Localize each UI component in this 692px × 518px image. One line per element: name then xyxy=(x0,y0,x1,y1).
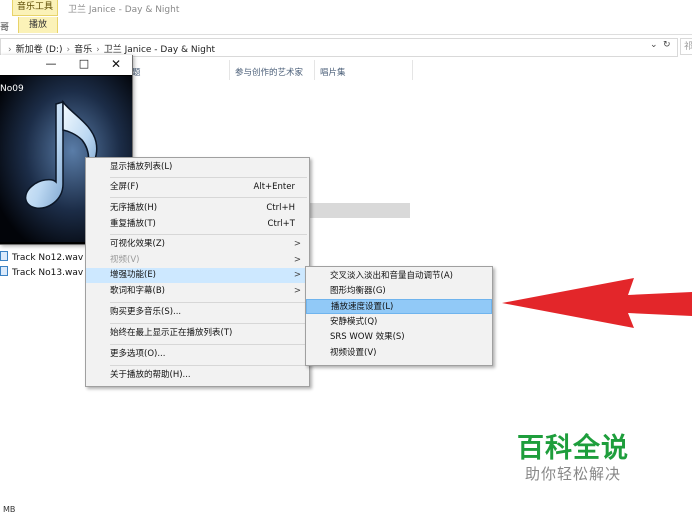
menu-separator xyxy=(110,344,307,345)
menu-item-label: 视频(V) xyxy=(110,255,140,265)
menu-item-shuffle[interactable]: 无序播放(H) Ctrl+H xyxy=(86,201,309,216)
menu-item-label: 重复播放(T) xyxy=(110,219,156,229)
audio-file-icon xyxy=(0,266,8,276)
red-arrow-icon xyxy=(502,278,692,328)
menu-item-show-playlist[interactable]: 显示播放列表(L) xyxy=(86,160,309,175)
menu-item-help[interactable]: 关于播放的帮助(H)... xyxy=(86,368,309,383)
chevron-right-icon: > xyxy=(293,270,301,280)
tab-music-tools[interactable]: 音乐工具 xyxy=(12,0,58,16)
menu-item-label: 关于播放的帮助(H)... xyxy=(110,370,191,380)
menu-item-buy-music[interactable]: 购买更多音乐(S)... xyxy=(86,305,309,320)
column-header-album[interactable]: 唱片集 xyxy=(320,66,346,78)
submenu-item-crossfade[interactable]: 交叉淡入淡出和音量自动调节(A) xyxy=(306,269,492,284)
breadcrumb-drive[interactable]: 新加卷 (D:) xyxy=(16,45,63,55)
breadcrumb: › 新加卷 (D:) › 音乐 › 卫兰 Janice - Day & Night xyxy=(4,42,215,55)
submenu-item-video-settings[interactable]: 视频设置(V) xyxy=(306,346,492,361)
now-playing-label: No09 xyxy=(0,84,24,94)
window-title: 卫兰 Janice - Day & Night xyxy=(68,5,180,15)
menu-item-lyrics-subtitles[interactable]: 歌词和字幕(B) > xyxy=(86,284,309,299)
chevron-down-icon[interactable]: ⌄ xyxy=(650,40,658,50)
chevron-right-icon: › xyxy=(66,45,71,55)
column-divider[interactable] xyxy=(229,60,230,80)
chevron-right-icon: > xyxy=(293,286,301,296)
enhancements-submenu: 交叉淡入淡出和音量自动调节(A) 图形均衡器(G) 播放速度设置(L) 安静模式… xyxy=(305,266,493,366)
submenu-item-srs-wow[interactable]: SRS WOW 效果(S) xyxy=(306,330,492,345)
tab-play[interactable]: 播放 xyxy=(18,17,58,33)
list-item[interactable]: Track No12.wav xyxy=(0,251,83,263)
list-item[interactable]: Track No13.wav xyxy=(0,266,83,278)
menu-item-repeat[interactable]: 重复播放(T) Ctrl+T xyxy=(86,217,309,232)
breadcrumb-music[interactable]: 音乐 xyxy=(74,45,92,55)
file-name: Track No13.wav xyxy=(12,268,84,278)
menu-item-video: 视频(V) > xyxy=(86,253,309,268)
menu-item-more-options[interactable]: 更多选项(O)... xyxy=(86,347,309,362)
file-name: Track No12.wav xyxy=(12,253,84,263)
menu-item-label: 图形均衡器(G) xyxy=(330,286,386,296)
menu-item-label: 无序播放(H) xyxy=(110,203,158,213)
close-button[interactable]: ✕ xyxy=(108,56,124,72)
chevron-right-icon: > xyxy=(293,255,301,265)
menu-item-shortcut: Ctrl+H xyxy=(266,203,295,213)
search-input[interactable]: 祁 xyxy=(680,38,692,55)
menu-item-label: 始终在最上显示正在播放列表(T) xyxy=(110,328,233,338)
menu-item-enhancements[interactable]: 增强功能(E) > xyxy=(86,268,309,283)
ribbon-tab-bar xyxy=(0,17,692,35)
status-bar-size: MB xyxy=(3,505,16,514)
context-menu: 显示播放列表(L) 全屏(F) Alt+Enter 无序播放(H) Ctrl+H 重… xyxy=(85,157,310,387)
audio-file-icon xyxy=(0,251,8,261)
menu-item-label: 更多选项(O)... xyxy=(110,349,166,359)
chevron-right-icon: › xyxy=(8,45,12,55)
tab-partial[interactable]: 哥 xyxy=(0,20,9,33)
menu-item-fullscreen[interactable]: 全屏(F) Alt+Enter xyxy=(86,180,309,195)
menu-separator xyxy=(110,365,307,366)
menu-item-label: 全屏(F) xyxy=(110,182,139,192)
menu-item-always-on-top[interactable]: 始终在最上显示正在播放列表(T) xyxy=(86,326,309,341)
column-divider[interactable] xyxy=(412,60,413,80)
menu-item-label: 歌词和字幕(B) xyxy=(110,286,165,296)
submenu-item-play-speed[interactable]: 播放速度设置(L) xyxy=(306,299,492,314)
watermark-subtitle: 助你轻松解决 xyxy=(525,465,622,483)
menu-item-label: SRS WOW 效果(S) xyxy=(330,332,405,342)
menu-separator xyxy=(110,302,307,303)
menu-separator xyxy=(110,177,307,178)
menu-item-shortcut: Alt+Enter xyxy=(253,182,295,192)
chevron-right-icon: > xyxy=(293,239,301,249)
menu-item-label: 显示播放列表(L) xyxy=(110,162,173,172)
menu-item-label: 交叉淡入淡出和音量自动调节(A) xyxy=(330,271,453,281)
menu-item-shortcut: Ctrl+T xyxy=(267,219,295,229)
menu-item-label: 视频设置(V) xyxy=(330,348,377,358)
chevron-right-icon: › xyxy=(96,45,100,55)
refresh-icon[interactable]: ↻ xyxy=(663,40,671,50)
submenu-item-equalizer[interactable]: 图形均衡器(G) xyxy=(306,284,492,299)
maximize-button[interactable]: □ xyxy=(76,56,92,72)
submenu-item-quiet-mode[interactable]: 安静模式(Q) xyxy=(306,315,492,330)
menu-item-label: 购买更多音乐(S)... xyxy=(110,307,182,317)
column-divider[interactable] xyxy=(314,60,315,80)
column-header-contributing-artists[interactable]: 参与创作的艺术家 xyxy=(235,66,303,78)
minimize-button[interactable]: — xyxy=(43,56,59,72)
watermark-title: 百科全说 xyxy=(517,433,629,464)
menu-separator xyxy=(110,323,307,324)
menu-separator xyxy=(110,197,307,198)
selected-row-highlight xyxy=(308,203,410,218)
column-header-title[interactable]: 题 xyxy=(132,66,141,78)
menu-item-visualizations[interactable]: 可视化效果(Z) > xyxy=(86,237,309,252)
menu-item-label: 可视化效果(Z) xyxy=(110,239,165,249)
breadcrumb-album[interactable]: 卫兰 Janice - Day & Night xyxy=(104,45,215,55)
menu-item-label: 播放速度设置(L) xyxy=(331,302,394,312)
menu-separator xyxy=(110,234,307,235)
menu-item-label: 安静模式(Q) xyxy=(330,317,378,327)
menu-item-label: 增强功能(E) xyxy=(110,270,157,280)
